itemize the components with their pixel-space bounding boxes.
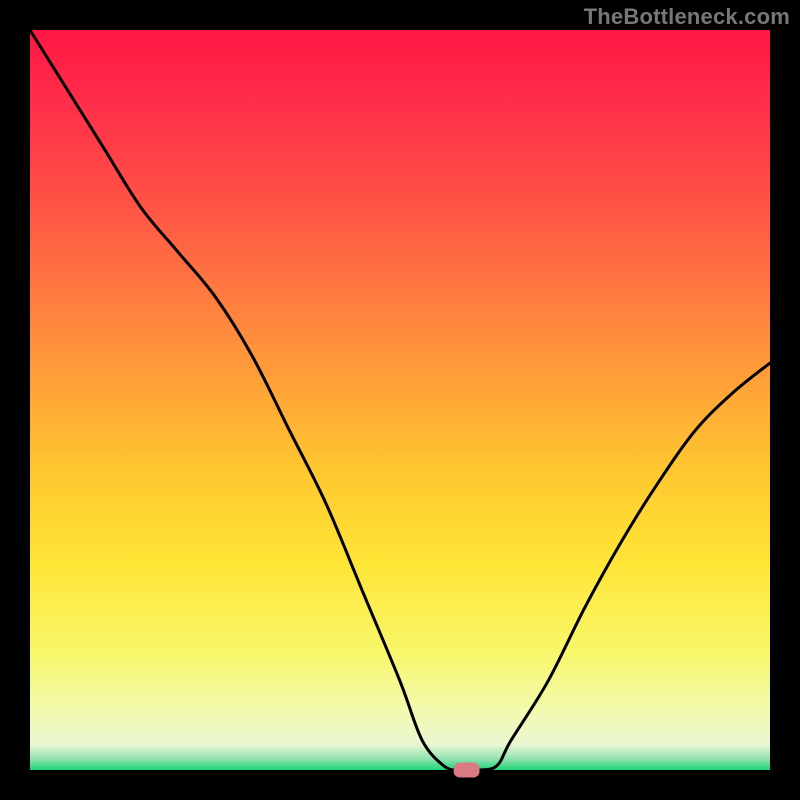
optimal-point-marker [454,763,480,778]
watermark-text: TheBottleneck.com [584,4,790,30]
chart-container: TheBottleneck.com [0,0,800,800]
bottleneck-chart [0,0,800,800]
plot-background [30,30,770,770]
